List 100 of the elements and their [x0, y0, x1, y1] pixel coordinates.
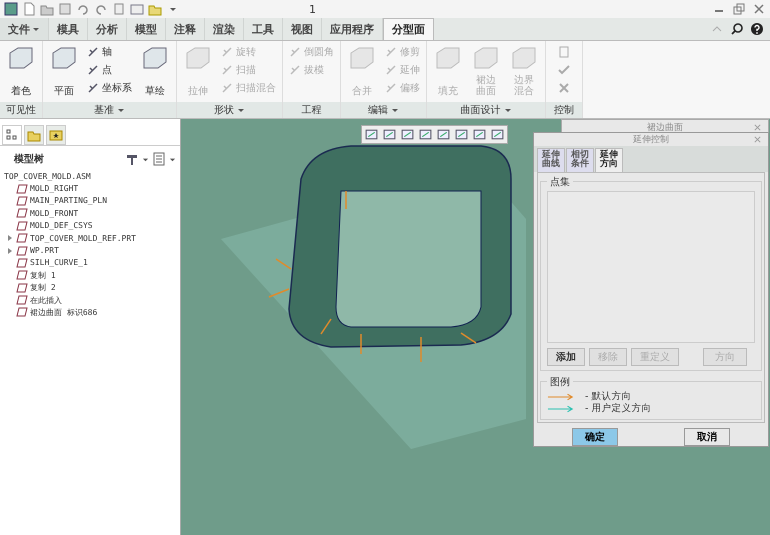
- tool-icon: [221, 82, 233, 94]
- feature-icon: [16, 270, 28, 280]
- view-tool-icon[interactable]: [489, 127, 506, 142]
- group-label[interactable]: 基准: [43, 102, 176, 118]
- search-icon[interactable]: [730, 22, 744, 36]
- group-label: 可见性: [0, 102, 42, 118]
- caret-icon: [237, 106, 245, 114]
- restore-icon[interactable]: [732, 2, 746, 16]
- feature-icon: [16, 208, 28, 218]
- tool-icon: [289, 64, 301, 76]
- ribbon-tab[interactable]: 渲染: [205, 18, 244, 40]
- view-tool-icon[interactable]: [399, 127, 416, 142]
- tree-icon: [5, 128, 19, 142]
- dialog-button[interactable]: 添加: [547, 348, 585, 366]
- settings-icon[interactable]: [125, 152, 139, 166]
- caret-icon: [32, 25, 40, 33]
- group-title: 点集: [549, 176, 571, 189]
- view-tool-icon[interactable]: [363, 127, 380, 142]
- tool-icon: [87, 46, 99, 58]
- save-icon[interactable]: [58, 2, 72, 16]
- ribbon-tab[interactable]: 分型面: [383, 18, 434, 40]
- dialog-tab[interactable]: 延伸曲线: [537, 148, 565, 172]
- checkmark-icon[interactable]: [557, 63, 571, 77]
- ribbon-button[interactable]: 轴: [84, 43, 135, 61]
- view-tool-icon[interactable]: [453, 127, 470, 142]
- ribbon-button[interactable]: 草绘: [137, 43, 173, 99]
- tool-icon: [385, 64, 397, 76]
- legend-label: - 默认方向: [585, 390, 632, 403]
- expand-arrow-icon[interactable]: [6, 234, 14, 242]
- dialog-tab[interactable]: 延伸方向: [595, 148, 623, 172]
- tree-item[interactable]: TOP_COVER_MOLD_REF.PRT: [0, 232, 180, 244]
- group-label[interactable]: 曲面设计: [427, 102, 545, 118]
- feature-icon: [16, 246, 28, 256]
- tool-icon: [87, 82, 99, 94]
- model-tree-tab[interactable]: [2, 125, 22, 145]
- view-tool-icon[interactable]: [471, 127, 488, 142]
- dialog-button[interactable]: 取消: [684, 428, 730, 446]
- tree-item[interactable]: 裙边曲面 标识686: [0, 306, 180, 319]
- caret-icon[interactable]: [169, 156, 176, 162]
- tree-item[interactable]: 复制 1: [0, 269, 180, 282]
- tree-item[interactable]: 在此插入: [0, 294, 180, 306]
- ribbon-tab[interactable]: 注释: [166, 18, 205, 40]
- dialog-button[interactable]: 确定: [572, 428, 618, 446]
- expand-arrow-icon[interactable]: [6, 246, 14, 255]
- tree-item[interactable]: MOLD_RIGHT: [0, 182, 180, 195]
- tree-item[interactable]: SILH_CURVE_1: [0, 256, 180, 270]
- feature-icon: [16, 295, 28, 306]
- feature-icon: [16, 307, 28, 318]
- group-label[interactable]: 形状: [177, 102, 282, 118]
- tree-item[interactable]: MOLD_DEF_CSYS: [0, 220, 180, 232]
- tool-icon: [221, 64, 233, 76]
- ribbon-button[interactable]: 点: [84, 61, 135, 79]
- star-folder-icon: [49, 128, 63, 142]
- close-icon[interactable]: [753, 135, 762, 144]
- group-label: 控制: [546, 102, 582, 118]
- app-icon[interactable]: [4, 2, 18, 16]
- group-label: 工程: [283, 102, 340, 118]
- tool-icon: [87, 64, 99, 76]
- feature-icon: [16, 184, 28, 194]
- close-icon[interactable]: [557, 81, 571, 95]
- tree-item[interactable]: TOP_COVER_MOLD.ASM: [0, 170, 180, 182]
- caret-icon[interactable]: [142, 156, 149, 162]
- caret-icon: [504, 106, 512, 114]
- tree-item[interactable]: 复制 2: [0, 282, 180, 294]
- dialog-title: 延伸控制: [633, 134, 669, 146]
- ribbon-button[interactable]: 坐标系: [84, 79, 135, 97]
- close-icon[interactable]: [753, 122, 762, 132]
- ribbon-tab[interactable]: 文件: [0, 18, 49, 40]
- view-tool-icon[interactable]: [417, 127, 434, 142]
- tree-item[interactable]: MAIN_PARTING_PLN: [0, 194, 180, 208]
- tool-icon: [385, 46, 397, 58]
- feature-icon: [16, 233, 28, 244]
- feature-icon: [16, 220, 28, 231]
- ribbon-tab[interactable]: 模具: [49, 18, 88, 40]
- dialog-tab[interactable]: 相切条件: [566, 148, 594, 172]
- caret-icon: [117, 106, 125, 114]
- caret-icon: [391, 106, 399, 114]
- favorites-tab[interactable]: [46, 125, 66, 145]
- close-icon[interactable]: [752, 2, 766, 16]
- tool-icon: [385, 82, 397, 94]
- ribbon-tab[interactable]: 工具: [244, 18, 283, 40]
- legend-label: - 用户定义方向: [585, 402, 652, 416]
- ribbon-tab[interactable]: 视图: [283, 18, 322, 40]
- tool-icon: [289, 46, 301, 58]
- list-icon[interactable]: [152, 152, 166, 166]
- feature-icon: [16, 258, 28, 268]
- dialog-title: 裙边曲面: [647, 122, 683, 134]
- ribbon-button[interactable]: 着色: [3, 43, 39, 99]
- ribbon-tab[interactable]: 分析: [88, 18, 127, 40]
- regenerate-icon[interactable]: [112, 2, 126, 16]
- tree-item[interactable]: WP.PRT: [0, 244, 180, 257]
- help-icon[interactable]: [750, 22, 764, 36]
- view-tool-icon[interactable]: [435, 127, 452, 142]
- group-label[interactable]: 编辑: [341, 102, 426, 118]
- ribbon-button[interactable]: 平面: [46, 43, 82, 99]
- view-tool-icon[interactable]: [381, 127, 398, 142]
- window-title: 1: [309, 2, 316, 16]
- tree-item[interactable]: MOLD_FRONT: [0, 207, 180, 220]
- window-icon[interactable]: [130, 2, 144, 16]
- ribbon-tab[interactable]: 模型: [127, 18, 166, 40]
